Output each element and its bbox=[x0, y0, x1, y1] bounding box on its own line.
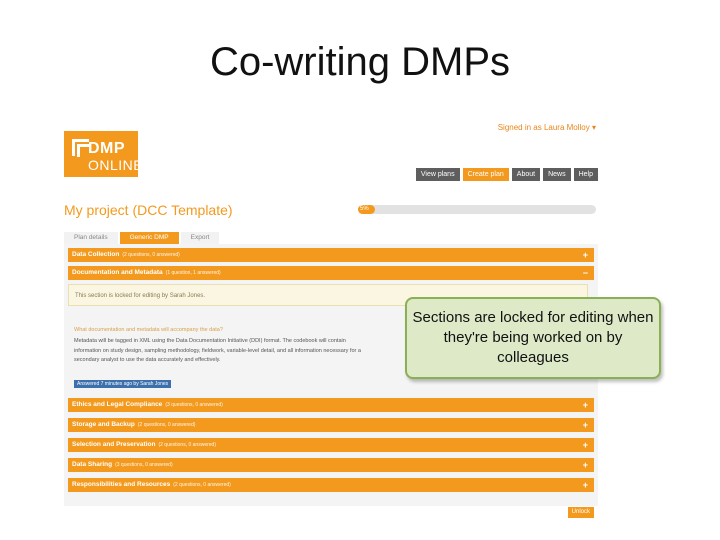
dmp-online-logo[interactable]: DMP ONLINE bbox=[64, 131, 143, 177]
expand-icon[interactable]: + bbox=[583, 438, 588, 452]
section-title: Documentation and Metadata bbox=[72, 269, 163, 276]
expand-icon[interactable]: + bbox=[583, 478, 588, 492]
logo-text-dmp: DMP bbox=[88, 140, 126, 157]
project-title: My project (DCC Template) bbox=[64, 202, 233, 218]
signed-in-menu[interactable]: Signed in as Laura Molloy ▾ bbox=[498, 123, 596, 132]
section-ethics-legal[interactable]: Ethics and Legal Compliance (3 questions,… bbox=[68, 398, 594, 412]
expand-icon[interactable]: + bbox=[583, 458, 588, 472]
section-storage-backup[interactable]: Storage and Backup (2 questions, 0 answer… bbox=[68, 418, 594, 432]
nav-help[interactable]: Help bbox=[573, 168, 598, 181]
section-data-collection[interactable]: Data Collection (2 questions, 0 answered)… bbox=[68, 248, 594, 262]
collapse-icon[interactable]: − bbox=[583, 266, 588, 280]
tab-export[interactable]: Export bbox=[180, 232, 220, 244]
section-documentation-metadata[interactable]: Documentation and Metadata (1 question, 1… bbox=[68, 266, 594, 280]
section-data-sharing[interactable]: Data Sharing (3 questions, 0 answered) + bbox=[68, 458, 594, 472]
section-title: Ethics and Legal Compliance bbox=[72, 401, 163, 408]
answered-badge: Answered 7 minutes ago by Sarah Jones bbox=[74, 380, 172, 388]
nav-create-plan[interactable]: Create plan bbox=[462, 168, 509, 181]
section-status: (3 questions, 0 answered) bbox=[115, 462, 173, 468]
section-title: Data Sharing bbox=[72, 461, 113, 468]
question-text: What documentation and metadata will acc… bbox=[74, 327, 223, 333]
nav-news[interactable]: News bbox=[543, 168, 571, 181]
nav-view-plans[interactable]: View plans bbox=[415, 168, 460, 181]
expand-icon[interactable]: + bbox=[583, 398, 588, 412]
section-title: Data Collection bbox=[72, 251, 120, 258]
section-title: Responsibilities and Resources bbox=[72, 481, 171, 488]
section-status: (2 questions, 0 answered) bbox=[158, 442, 216, 448]
answer-text: Metadata will be tagged in XML using the… bbox=[74, 338, 361, 363]
section-title: Storage and Backup bbox=[72, 421, 135, 428]
plan-tabs: Plan details Generic DMP Export bbox=[64, 232, 220, 244]
section-status: (3 questions, 0 answered) bbox=[165, 402, 223, 408]
unlock-button[interactable]: Unlock bbox=[567, 507, 594, 518]
section-status: (2 questions, 0 answered) bbox=[173, 482, 231, 488]
section-title: Selection and Preservation bbox=[72, 441, 156, 448]
section-selection-preservation[interactable]: Selection and Preservation (2 questions, … bbox=[68, 438, 594, 452]
logo-text-online: ONLINE bbox=[88, 157, 144, 173]
slide-title: Co-writing DMPs bbox=[209, 40, 511, 84]
tab-plan-details[interactable]: Plan details bbox=[64, 232, 118, 244]
section-status: (2 questions, 0 answered) bbox=[137, 422, 196, 428]
tab-generic-dmp[interactable]: Generic DMP bbox=[119, 232, 179, 244]
progress-bar: 5% bbox=[358, 205, 596, 214]
nav-about[interactable]: About bbox=[511, 168, 541, 181]
top-navigation: View plans Create plan About News Help bbox=[415, 168, 598, 181]
expand-icon[interactable]: + bbox=[583, 418, 588, 432]
section-responsibilities-resources[interactable]: Responsibilities and Resources (2 questio… bbox=[68, 478, 594, 492]
section-status: (2 questions, 0 answered) bbox=[122, 252, 180, 258]
section-status: (1 question, 1 answered) bbox=[165, 270, 221, 276]
callout-note: Sections are locked for editing when the… bbox=[405, 297, 661, 379]
progress-label: 5% bbox=[360, 206, 369, 212]
expand-icon[interactable]: + bbox=[583, 248, 588, 262]
